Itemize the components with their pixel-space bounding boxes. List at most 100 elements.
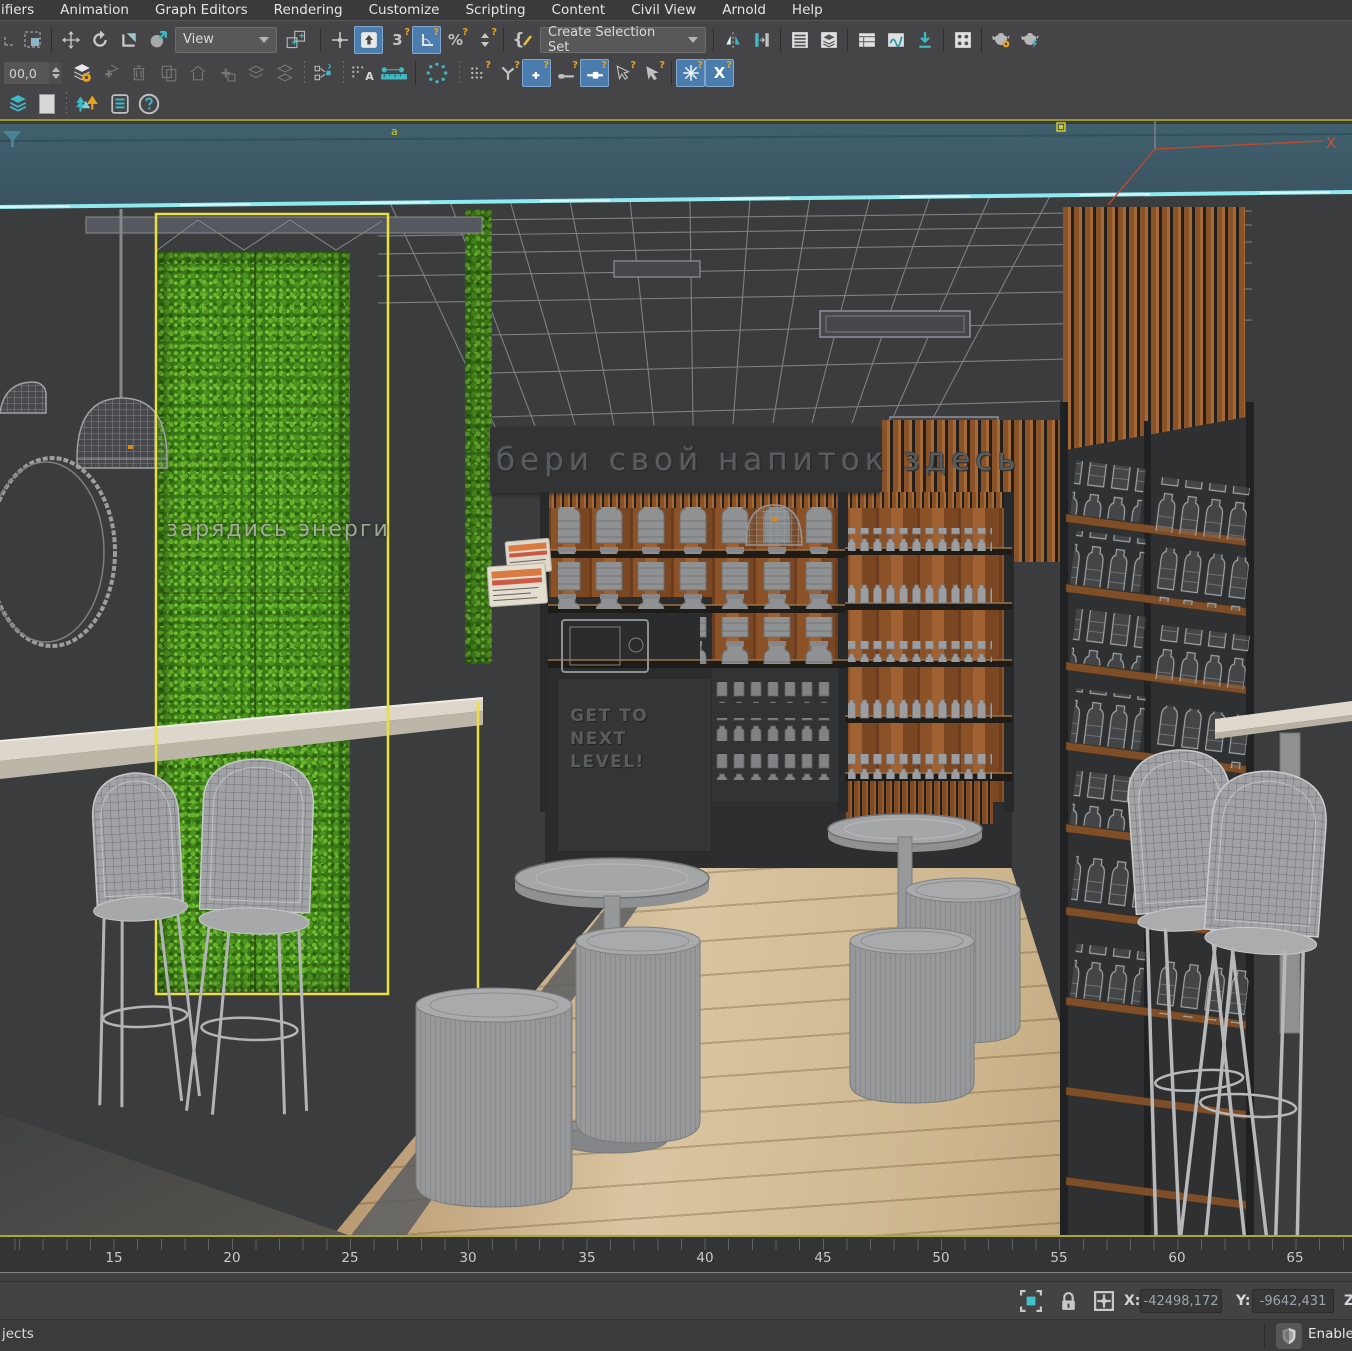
select-manipulate-icon[interactable] — [325, 26, 354, 54]
track-bar[interactable] — [0, 1273, 1352, 1281]
safe-scene-status: Enabled — [1308, 1326, 1352, 1342]
merge-layer-icon[interactable] — [270, 59, 299, 87]
forest-plugin-icon[interactable] — [71, 90, 105, 118]
extras-toolbar: 00,0 A — [0, 57, 1352, 89]
menu-item-help[interactable]: Help — [779, 2, 836, 18]
create-layer-icon[interactable] — [96, 59, 125, 87]
chevron-down-icon — [259, 37, 269, 43]
reference-coordinate-dropdown[interactable]: View — [175, 27, 277, 53]
grid-snap-icon[interactable]: ? — [464, 59, 493, 87]
snap-toggle-3d-icon[interactable]: 3 ? — [383, 26, 412, 54]
track-bar-ruler[interactable]: 15 20 25 30 35 40 45 50 55 60 65 — [0, 1237, 1352, 1273]
curve-editor-icon[interactable] — [881, 26, 910, 54]
safe-scene-shield-icon[interactable] — [1276, 1323, 1302, 1349]
y-coordinate-field[interactable]: -9642,431 — [1252, 1290, 1334, 1312]
cylinder-stool[interactable] — [576, 927, 700, 1143]
keyboard-shortcut-override-icon[interactable] — [354, 26, 383, 54]
tick-label: 65 — [1280, 1250, 1310, 1266]
layer-explorer-icon[interactable] — [814, 26, 843, 54]
selection-lock-region-icon[interactable] — [1020, 1282, 1042, 1320]
cursor-snap-filled-icon[interactable]: ? — [638, 59, 667, 87]
cylinder-stool[interactable] — [416, 988, 572, 1207]
menu-item-civil-view[interactable]: Civil View — [618, 2, 709, 18]
layer-home-icon[interactable] — [183, 59, 212, 87]
bar-chair[interactable] — [83, 770, 200, 1108]
pendant-lamp-partial[interactable] — [0, 382, 46, 413]
z-coordinate-label: Z — [1344, 1282, 1352, 1320]
circular-selection-icon[interactable] — [420, 59, 454, 87]
separator — [1264, 1324, 1265, 1348]
tick-label: 55 — [1044, 1250, 1074, 1266]
menu-item-modifiers[interactable]: ifiers — [0, 2, 47, 18]
select-scale-icon[interactable] — [114, 26, 143, 54]
delete-layer-icon[interactable] — [125, 59, 154, 87]
product-box[interactable] — [487, 538, 552, 607]
array-tool-icon[interactable] — [309, 59, 338, 87]
x-coordinate-field[interactable]: -42498,172 — [1140, 1290, 1222, 1312]
ribbon-toggle-icon[interactable] — [852, 26, 881, 54]
teal-layers-icon[interactable] — [3, 90, 32, 118]
copy-layer-icon[interactable] — [154, 59, 183, 87]
layer-spinner-field[interactable]: 00,0 — [3, 61, 63, 85]
prompt-text: jects — [2, 1326, 34, 1342]
menu-item-rendering[interactable]: Rendering — [261, 2, 356, 18]
schematic-view-icon[interactable] — [910, 26, 939, 54]
select-layer-icon[interactable] — [241, 59, 270, 87]
scene-explorer-icon[interactable] — [785, 26, 814, 54]
edge-snap-icon[interactable]: ? — [551, 59, 580, 87]
align-grid-icon[interactable]: A — [348, 59, 377, 87]
tick-label: 25 — [335, 1250, 365, 1266]
menu-item-arnold[interactable]: Arnold — [709, 2, 779, 18]
selection-set-value: Create Selection Set — [548, 25, 679, 55]
slider-snap-icon[interactable]: ? — [580, 59, 609, 87]
pivot-point-icon[interactable] — [143, 26, 172, 54]
render-setup-icon[interactable] — [986, 26, 1015, 54]
notes-document-icon[interactable] — [105, 90, 134, 118]
add-to-layer-icon[interactable] — [212, 59, 241, 87]
material-editor-icon[interactable] — [948, 26, 977, 54]
chevron-down-icon — [688, 37, 698, 43]
x-constraint-icon[interactable]: X ? — [705, 59, 734, 87]
select-rotate-icon[interactable] — [85, 26, 114, 54]
absolute-mode-icon[interactable] — [1094, 1282, 1114, 1320]
point-snap-icon[interactable]: ? — [522, 59, 551, 87]
named-selection-set-dropdown[interactable]: Create Selection Set — [540, 27, 706, 53]
reference-coordinate-value: View — [183, 32, 250, 47]
tick-label: 45 — [808, 1250, 838, 1266]
menu-item-scripting[interactable]: Scripting — [452, 2, 538, 18]
mirror-icon[interactable] — [718, 26, 747, 54]
lock-icon[interactable] — [1060, 1282, 1077, 1320]
select-move-icon[interactable] — [56, 26, 85, 54]
edit-named-selections-icon[interactable]: { — [508, 26, 537, 54]
layer-manager-icon[interactable] — [67, 59, 96, 87]
wall-mirror-ring[interactable] — [0, 458, 115, 646]
use-pivot-center-icon[interactable] — [280, 26, 316, 54]
rendered-frame-icon[interactable] — [1015, 26, 1044, 54]
align-icon[interactable] — [747, 26, 776, 54]
timeline: 15 20 25 30 35 40 45 50 55 60 65 — [0, 1237, 1352, 1281]
bone-snap-icon[interactable]: ? — [493, 59, 522, 87]
menu-item-graph-editors[interactable]: Graph Editors — [142, 2, 261, 18]
percent-snap-icon[interactable]: % ? — [441, 26, 470, 54]
y-coordinate-label: Y: — [1236, 1282, 1251, 1320]
pendant-lamp[interactable] — [77, 209, 167, 468]
cursor-snap-outline-icon[interactable]: ? — [609, 59, 638, 87]
snap-question-icon: ? — [404, 28, 410, 38]
select-region-icon[interactable] — [18, 26, 47, 54]
freeze-snap-icon[interactable]: ? — [676, 59, 705, 87]
blank-document-icon[interactable] — [32, 90, 61, 118]
spinner-snap-icon[interactable]: ? — [470, 26, 499, 54]
help-circle-icon[interactable] — [134, 90, 163, 118]
jar-rows-center[interactable] — [558, 507, 992, 780]
angle-snap-icon[interactable]: ? — [412, 26, 441, 54]
spinner-arrows[interactable] — [49, 62, 62, 84]
menu-item-animation[interactable]: Animation — [47, 2, 142, 18]
prompt-bar: jects Enabled — [0, 1319, 1352, 1351]
cylinder-stool[interactable] — [850, 928, 974, 1103]
measure-distance-icon[interactable] — [377, 59, 411, 87]
menu-item-customize[interactable]: Customize — [356, 2, 453, 18]
menu-item-content[interactable]: Content — [539, 2, 619, 18]
bar-chair[interactable] — [186, 757, 318, 1118]
select-object-icon[interactable] — [3, 26, 18, 54]
viewport-perspective[interactable]: a X Y бери свой напиток здесь — [0, 119, 1352, 1237]
